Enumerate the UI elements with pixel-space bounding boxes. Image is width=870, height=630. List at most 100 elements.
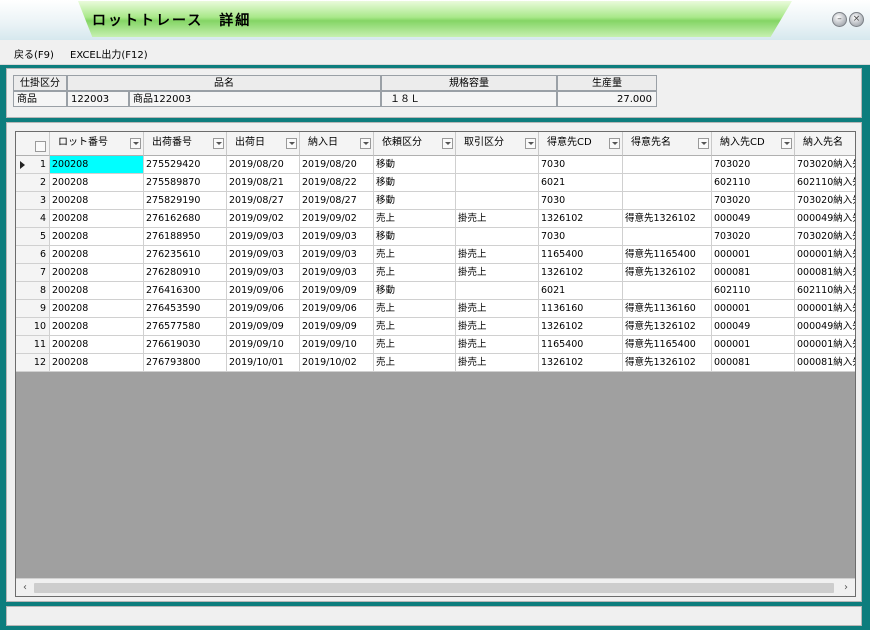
table-cell[interactable]: 276188950 [144, 228, 227, 246]
table-cell[interactable]: 000001 [712, 300, 795, 318]
column-header-delivery-code[interactable]: 納入先CD [712, 132, 795, 156]
table-row[interactable]: 7 200208 276280910 2019/09/03 2019/09/03 売上 掛売… [16, 264, 855, 282]
table-cell[interactable]: 000049納入先 [795, 210, 855, 228]
table-cell[interactable]: 200208 [50, 174, 144, 192]
table-cell[interactable]: 7030 [539, 228, 623, 246]
table-cell[interactable]: 7030 [539, 192, 623, 210]
table-cell[interactable]: 000001納入先 [795, 336, 855, 354]
table-cell[interactable]: 703020納入先 [795, 228, 855, 246]
row-header[interactable]: 6 [16, 246, 50, 264]
row-header[interactable]: 3 [16, 192, 50, 210]
table-cell[interactable] [456, 228, 539, 246]
table-row[interactable]: 6 200208 276235610 2019/09/03 2019/09/03 売上 掛売… [16, 246, 855, 264]
table-cell[interactable]: 得意先1165400 [623, 336, 712, 354]
table-cell[interactable]: 得意先1326102 [623, 354, 712, 372]
table-cell[interactable]: 移動 [374, 174, 456, 192]
table-cell[interactable]: 275529420 [144, 156, 227, 174]
table-cell[interactable]: 000081納入先 [795, 264, 855, 282]
table-cell[interactable]: 200208 [50, 282, 144, 300]
table-cell[interactable]: 000049納入先 [795, 318, 855, 336]
row-header[interactable]: 8 [16, 282, 50, 300]
column-header-customer-code[interactable]: 得意先CD [539, 132, 623, 156]
table-cell[interactable]: 000049 [712, 318, 795, 336]
table-cell[interactable]: 売上 [374, 300, 456, 318]
table-cell[interactable]: 2019/09/06 [300, 300, 374, 318]
table-cell[interactable] [623, 228, 712, 246]
table-cell[interactable]: 掛売上 [456, 354, 539, 372]
horizontal-scrollbar[interactable]: ‹ › [16, 578, 855, 596]
table-cell[interactable]: 売上 [374, 264, 456, 282]
column-header-lot-number[interactable]: ロット番号 [50, 132, 144, 156]
table-cell[interactable]: 000049 [712, 210, 795, 228]
table-row[interactable]: 2 200208 275589870 2019/08/21 2019/08/22 移動 60… [16, 174, 855, 192]
row-header[interactable]: 4 [16, 210, 50, 228]
table-cell[interactable]: 1326102 [539, 354, 623, 372]
column-header-delivery-name[interactable]: 納入先名 [795, 132, 855, 156]
table-cell[interactable]: 200208 [50, 228, 144, 246]
chevron-down-icon[interactable] [698, 138, 709, 149]
table-cell[interactable]: 得意先1165400 [623, 246, 712, 264]
table-cell[interactable]: 2019/08/27 [300, 192, 374, 210]
table-cell[interactable]: 2019/10/02 [300, 354, 374, 372]
table-cell[interactable]: 2019/09/03 [227, 246, 300, 264]
table-cell[interactable]: 1326102 [539, 210, 623, 228]
table-cell[interactable]: 000001 [712, 246, 795, 264]
table-cell[interactable]: 掛売上 [456, 246, 539, 264]
table-row[interactable]: 9 200208 276453590 2019/09/06 2019/09/06 売上 掛売… [16, 300, 855, 318]
table-cell[interactable]: 売上 [374, 354, 456, 372]
table-cell[interactable]: 000001納入先 [795, 300, 855, 318]
table-cell[interactable]: 000001 [712, 336, 795, 354]
table-cell[interactable]: 200208 [50, 354, 144, 372]
table-cell[interactable]: 602110納入先 [795, 282, 855, 300]
table-cell[interactable]: 2019/09/03 [300, 246, 374, 264]
select-all-checkbox[interactable] [35, 141, 46, 152]
table-cell[interactable]: 2019/09/10 [300, 336, 374, 354]
chevron-down-icon[interactable] [286, 138, 297, 149]
table-cell[interactable]: 掛売上 [456, 210, 539, 228]
table-cell[interactable]: 得意先1326102 [623, 210, 712, 228]
column-header-transaction-type[interactable]: 取引区分 [456, 132, 539, 156]
row-header[interactable]: 2 [16, 174, 50, 192]
table-row[interactable]: 5 200208 276188950 2019/09/03 2019/09/03 移動 70… [16, 228, 855, 246]
table-cell[interactable]: 得意先1326102 [623, 264, 712, 282]
table-cell[interactable]: 000081 [712, 264, 795, 282]
chevron-down-icon[interactable] [442, 138, 453, 149]
chevron-down-icon[interactable] [609, 138, 620, 149]
table-cell[interactable]: 602110納入先 [795, 174, 855, 192]
table-cell[interactable]: 掛売上 [456, 318, 539, 336]
table-cell[interactable]: 7030 [539, 156, 623, 174]
table-cell[interactable]: 得意先1136160 [623, 300, 712, 318]
table-cell[interactable]: 276793800 [144, 354, 227, 372]
chevron-down-icon[interactable] [130, 138, 141, 149]
table-cell[interactable]: 2019/09/06 [227, 300, 300, 318]
table-cell[interactable]: 1326102 [539, 264, 623, 282]
table-cell[interactable]: 2019/09/06 [227, 282, 300, 300]
table-cell[interactable]: 2019/08/27 [227, 192, 300, 210]
table-cell[interactable]: 200208 [50, 318, 144, 336]
table-cell[interactable]: 移動 [374, 156, 456, 174]
table-row[interactable]: 12 200208 276793800 2019/10/01 2019/10/02 売上掛… [16, 354, 855, 372]
table-cell[interactable]: 売上 [374, 318, 456, 336]
table-row[interactable]: 1 200208 275529420 2019/08/20 2019/08/20 移動 70… [16, 156, 855, 174]
table-cell[interactable]: 2019/09/09 [300, 282, 374, 300]
table-cell[interactable]: 売上 [374, 246, 456, 264]
table-cell[interactable] [456, 156, 539, 174]
table-cell[interactable]: 2019/09/10 [227, 336, 300, 354]
table-row[interactable]: 4 200208 276162680 2019/09/02 2019/09/02 売上 掛売… [16, 210, 855, 228]
row-header[interactable]: 12 [16, 354, 50, 372]
table-cell[interactable]: 276162680 [144, 210, 227, 228]
table-cell[interactable]: 2019/09/09 [300, 318, 374, 336]
table-cell[interactable]: 移動 [374, 282, 456, 300]
table-cell[interactable]: 売上 [374, 210, 456, 228]
table-cell[interactable]: 703020 [712, 156, 795, 174]
table-cell[interactable]: 200208 [50, 192, 144, 210]
table-cell[interactable]: 1326102 [539, 318, 623, 336]
column-header-delivery-date[interactable]: 納入日 [300, 132, 374, 156]
table-cell[interactable] [456, 174, 539, 192]
table-cell[interactable]: 1136160 [539, 300, 623, 318]
table-cell[interactable]: 276453590 [144, 300, 227, 318]
row-header[interactable]: 10 [16, 318, 50, 336]
table-cell[interactable]: 2019/09/03 [300, 264, 374, 282]
table-cell[interactable]: 276280910 [144, 264, 227, 282]
table-cell[interactable]: 2019/08/22 [300, 174, 374, 192]
